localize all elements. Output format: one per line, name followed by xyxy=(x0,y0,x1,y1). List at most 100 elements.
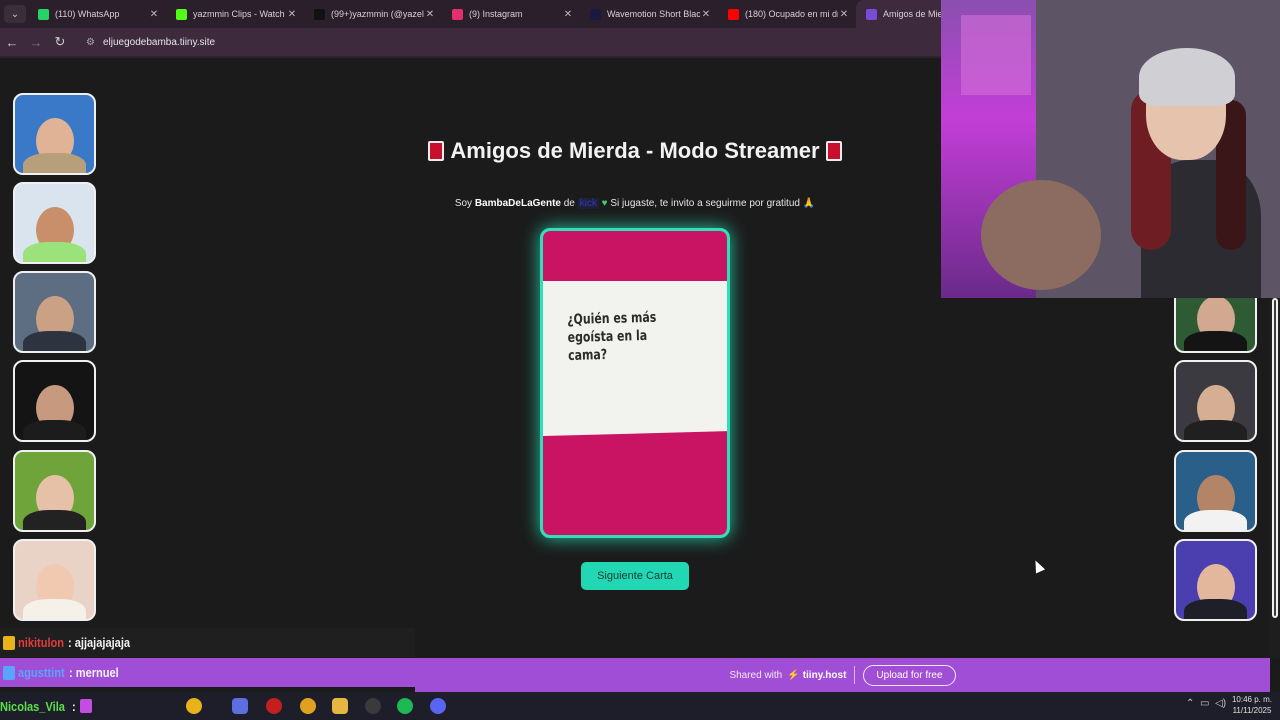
clock-date: 11/11/2025 xyxy=(1232,706,1272,715)
divider xyxy=(854,666,856,684)
close-tab-icon[interactable]: ✕ xyxy=(838,9,850,20)
tab-title: (110) WhatsApp xyxy=(55,9,120,19)
youtube-icon xyxy=(728,8,739,20)
player-avatar xyxy=(1174,539,1257,621)
close-tab-icon[interactable]: ✕ xyxy=(700,9,712,20)
browser-tab[interactable]: (9) Instagram ✕ xyxy=(442,0,580,28)
next-card-button[interactable]: Siguiente Carta xyxy=(581,562,689,590)
shirt xyxy=(22,153,87,173)
reload-icon[interactable]: ↻ xyxy=(48,34,72,50)
office-icon[interactable] xyxy=(232,698,248,714)
tiktok-icon xyxy=(314,8,325,20)
shirt xyxy=(22,420,87,440)
shirt xyxy=(22,599,87,619)
background-person xyxy=(981,180,1101,290)
chat-badge-icon xyxy=(79,699,92,713)
file-explorer-icon[interactable] xyxy=(332,698,348,714)
player-avatar xyxy=(13,450,96,532)
player-avatar xyxy=(13,93,96,175)
shirt xyxy=(22,331,87,351)
tiiny-icon xyxy=(866,8,877,20)
shirt xyxy=(22,242,87,262)
tab-title: (9) Instagram xyxy=(469,9,523,19)
card-bottom-band xyxy=(543,431,727,535)
card-emoji-icon xyxy=(428,141,445,161)
close-tab-icon[interactable]: ✕ xyxy=(286,9,298,20)
browser-tab[interactable]: (99+)yazmmin (@yazelinc✕ xyxy=(304,0,442,28)
chat-message: agusttint : mernuel xyxy=(0,658,415,687)
tab-title: (180) Ocupado en mi dro xyxy=(745,9,838,19)
clock-time: 10:46 p. m. xyxy=(1231,695,1273,704)
shirt xyxy=(1183,599,1248,619)
chat-message: nikitulon : ajjajajajaja xyxy=(0,628,415,657)
spotify-icon[interactable] xyxy=(397,698,413,714)
shared-with-label: Shared with xyxy=(729,669,783,681)
shelf-figures xyxy=(961,15,1031,95)
screen: ⌄ (110) WhatsApp ✕ yazmmin Clips - Watch L… xyxy=(0,0,1280,720)
close-tab-icon[interactable]: ✕ xyxy=(148,9,160,20)
player-avatar xyxy=(13,271,96,353)
close-tab-icon[interactable]: ✕ xyxy=(562,9,574,20)
tab-search-button[interactable]: ⌄ xyxy=(4,5,26,23)
browser-tab[interactable]: (110) WhatsApp ✕ xyxy=(28,0,166,28)
tiiny-host-link[interactable]: tiiny.host xyxy=(803,670,847,681)
kick-icon xyxy=(176,8,187,20)
chrome-icon[interactable] xyxy=(300,698,316,714)
chat-username: agusttint xyxy=(18,665,65,680)
card-emoji-icon xyxy=(825,141,842,161)
browser-tab[interactable]: yazmmin Clips - Watch Li ✕ xyxy=(166,0,304,28)
card-question: ¿Quién es más egoísta en la cama? xyxy=(567,309,657,364)
browser-tab[interactable]: (180) Ocupado en mi dro ✕ xyxy=(718,0,856,28)
chat-text: : ajjajajajaja xyxy=(68,635,131,650)
obs-icon[interactable] xyxy=(365,698,381,714)
player-avatar xyxy=(1174,360,1257,442)
chat-username: nikitulon xyxy=(18,635,65,650)
instagram-icon xyxy=(452,8,463,20)
tab-title: (99+)yazmmin (@yazelinc xyxy=(331,9,424,19)
chat-badge-icon xyxy=(3,665,15,680)
player-avatar xyxy=(13,360,96,442)
scrollbar-thumb[interactable] xyxy=(1272,298,1278,618)
chat-badge-icon xyxy=(3,635,15,650)
shirt xyxy=(1183,420,1248,440)
player-avatar xyxy=(1174,450,1257,532)
opera-icon[interactable] xyxy=(266,698,282,714)
streamer-beanie xyxy=(1139,48,1235,106)
taskbar: Nicolas_Vila : ⌃ ▭ ◁) 10:46 p. m. 11/11/… xyxy=(0,692,1280,720)
tab-list: (110) WhatsApp ✕ yazmmin Clips - Watch Li ✕… xyxy=(28,0,994,28)
close-tab-icon[interactable]: ✕ xyxy=(424,9,436,20)
card-top-band xyxy=(543,231,727,287)
copilot-sparkle-icon[interactable] xyxy=(186,698,202,714)
question-card: ¿Quién es más egoísta en la cama? xyxy=(540,228,730,538)
webcam-overlay xyxy=(941,0,1280,298)
back-icon[interactable]: ← xyxy=(0,35,24,50)
chat-username: Nicolas_Vila xyxy=(0,698,65,714)
chat-text: : xyxy=(72,698,77,714)
browser-tab[interactable]: Wavemotion Short Black ✕ xyxy=(580,0,718,28)
site-info-icon[interactable]: ⚙ xyxy=(86,37,95,48)
player-avatar xyxy=(13,539,96,621)
shirt xyxy=(1183,510,1248,530)
bolt-icon: ⚡ xyxy=(787,669,800,681)
shirt xyxy=(1183,331,1248,351)
address-bar[interactable]: ⚙ eljuegodebamba.tiiny.site xyxy=(78,31,908,53)
shirt xyxy=(22,510,87,530)
kick-link[interactable]: kick xyxy=(577,198,599,209)
upload-for-free-button[interactable]: Upload for free xyxy=(863,664,956,686)
tray-chevron-icon[interactable]: ⌃ xyxy=(1186,698,1194,709)
url-text: eljuegodebamba.tiiny.site xyxy=(102,36,216,48)
wavemotion-icon xyxy=(590,8,601,20)
whatsapp-icon xyxy=(38,8,49,20)
network-icon[interactable]: ▭ xyxy=(1200,698,1209,709)
tab-title: yazmmin Clips - Watch Li xyxy=(193,9,286,19)
chat-message: Nicolas_Vila : xyxy=(0,692,120,720)
system-clock[interactable]: 10:46 p. m. 11/11/2025 xyxy=(1226,694,1278,716)
green-heart-icon: ♥ xyxy=(601,198,608,209)
chat-text: : mernuel xyxy=(68,665,119,680)
tab-title: Wavemotion Short Black xyxy=(607,9,700,19)
player-avatar xyxy=(13,182,96,264)
forward-icon[interactable]: → xyxy=(24,35,48,50)
volume-icon[interactable]: ◁) xyxy=(1215,698,1226,709)
tiiny-host-banner: Shared with ⚡ tiiny.host Upload for free xyxy=(415,658,1270,692)
discord-icon[interactable] xyxy=(430,698,446,714)
